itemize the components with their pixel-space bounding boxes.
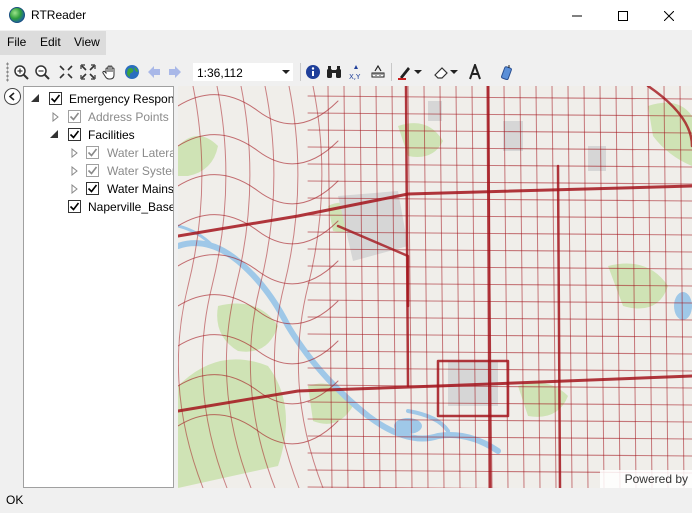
back-button[interactable] <box>145 63 163 81</box>
find-icon <box>327 66 341 78</box>
layer-checkbox[interactable] <box>68 200 81 213</box>
forward-icon <box>169 66 181 78</box>
globe-icon <box>125 65 139 79</box>
maximize-button[interactable] <box>600 0 646 31</box>
layer-checkbox[interactable] <box>68 110 81 123</box>
tree-item-water-system[interactable]: Water System <box>24 162 173 180</box>
xy-button[interactable]: X,Y <box>347 63 365 81</box>
checkmark-icon <box>69 112 80 121</box>
checkmark-icon <box>50 94 61 103</box>
collapse-icon <box>50 130 58 138</box>
close-icon <box>664 10 674 21</box>
back-icon <box>148 66 160 78</box>
gps-button[interactable] <box>497 63 515 81</box>
globe-button[interactable] <box>123 63 141 81</box>
scale-value: 1:36,112 <box>197 66 243 80</box>
fixed-zoom-in-icon <box>59 65 73 79</box>
pan-icon <box>102 65 115 80</box>
draw-button[interactable] <box>396 63 414 81</box>
checkmark-icon <box>87 148 98 157</box>
chevron-left-icon <box>8 92 15 101</box>
draw-dropdown[interactable] <box>414 63 422 81</box>
tree-item-water-laterals[interactable]: Water Laterals <box>24 144 173 162</box>
minimize-button[interactable] <box>554 0 600 31</box>
menu-bar: File Edit View <box>0 31 692 55</box>
title-bar: RTReader <box>0 0 692 31</box>
tree-item-label: Facilities <box>88 128 135 142</box>
minimize-icon <box>572 15 582 16</box>
expand-icon <box>71 166 78 176</box>
tree-item-facilities[interactable]: Facilities <box>24 126 173 144</box>
find-button[interactable] <box>325 63 343 81</box>
eraser-icon <box>434 67 448 79</box>
pan-button[interactable] <box>101 63 119 81</box>
park-areas <box>178 102 692 488</box>
tree-item-emergency-response[interactable]: Emergency Response <box>24 90 174 108</box>
expand-icon <box>71 184 78 194</box>
chevron-down-icon <box>450 70 458 74</box>
chevron-down-icon <box>282 70 290 74</box>
collapse-panel-button[interactable] <box>4 88 21 105</box>
zoom-in-button[interactable] <box>12 63 30 81</box>
tree-item-address-points[interactable]: Address Points <box>24 108 173 126</box>
text-icon <box>469 64 481 80</box>
layer-checkbox[interactable] <box>86 164 99 177</box>
chevron-down-icon <box>414 70 422 74</box>
zoom-out-button[interactable] <box>33 63 51 81</box>
draw-icon <box>398 67 410 80</box>
layer-checkbox[interactable] <box>86 182 99 195</box>
menu-file[interactable]: File <box>7 35 26 49</box>
eraser-button[interactable] <box>432 63 450 81</box>
full-extent-icon <box>80 64 96 80</box>
identify-icon <box>306 65 320 79</box>
text-button[interactable] <box>466 63 484 81</box>
fixed-zoom-in-button[interactable] <box>57 63 75 81</box>
measure-icon <box>371 64 385 78</box>
eraser-dropdown[interactable] <box>450 63 458 81</box>
zoom-in-icon <box>14 65 29 80</box>
attribution: Powered by Esri <box>600 470 692 488</box>
checkmark-icon <box>69 202 80 211</box>
window-title: RTReader <box>31 8 87 22</box>
maximize-icon <box>618 10 628 21</box>
identify-button[interactable] <box>304 63 322 81</box>
menu-edit[interactable]: Edit <box>40 35 61 49</box>
checkmark-icon <box>87 166 98 175</box>
gps-icon <box>501 65 512 80</box>
forward-button[interactable] <box>166 63 184 81</box>
scale-dropdown[interactable]: 1:36,112 <box>192 62 294 82</box>
menu-view[interactable]: View <box>74 35 100 49</box>
toolbar-grip[interactable] <box>6 62 9 82</box>
expand-icon <box>52 112 59 122</box>
tree-item-water-mains[interactable]: Water Mains <box>24 180 174 198</box>
layer-checkbox[interactable] <box>49 92 62 105</box>
toolbar: 1:36,112 X,Y <box>0 58 692 86</box>
collapse-icon <box>31 94 39 102</box>
layer-tree: Emergency Response Address Points Facili… <box>23 86 174 488</box>
layer-checkbox[interactable] <box>86 146 99 159</box>
close-button[interactable] <box>646 0 692 31</box>
expand-icon <box>71 148 78 158</box>
svg-text:X,Y: X,Y <box>349 73 361 80</box>
globe-icon <box>9 7 25 23</box>
tree-item-naperville-basemap[interactable]: Naperville_Basemap <box>24 198 173 216</box>
tree-item-label: Naperville_Basemap <box>88 200 173 214</box>
status-text: OK <box>6 493 24 507</box>
full-extent-button[interactable] <box>79 63 97 81</box>
checkmark-icon <box>87 184 98 193</box>
zoom-out-icon <box>35 65 50 80</box>
map-view[interactable]: Powered by Esri <box>178 86 692 488</box>
tree-item-label: Water System <box>107 164 173 178</box>
tree-item-label: Address Points <box>88 110 169 124</box>
tree-item-label: Emergency Response <box>69 92 174 106</box>
tree-item-label: Water Laterals <box>107 146 173 160</box>
map-canvas <box>178 86 692 488</box>
status-bar: OK <box>0 488 692 513</box>
xy-icon: X,Y <box>349 65 361 80</box>
measure-button[interactable] <box>369 63 387 81</box>
checkmark-icon <box>69 130 80 139</box>
tree-item-label: Water Mains <box>107 182 174 196</box>
layer-checkbox[interactable] <box>68 128 81 141</box>
